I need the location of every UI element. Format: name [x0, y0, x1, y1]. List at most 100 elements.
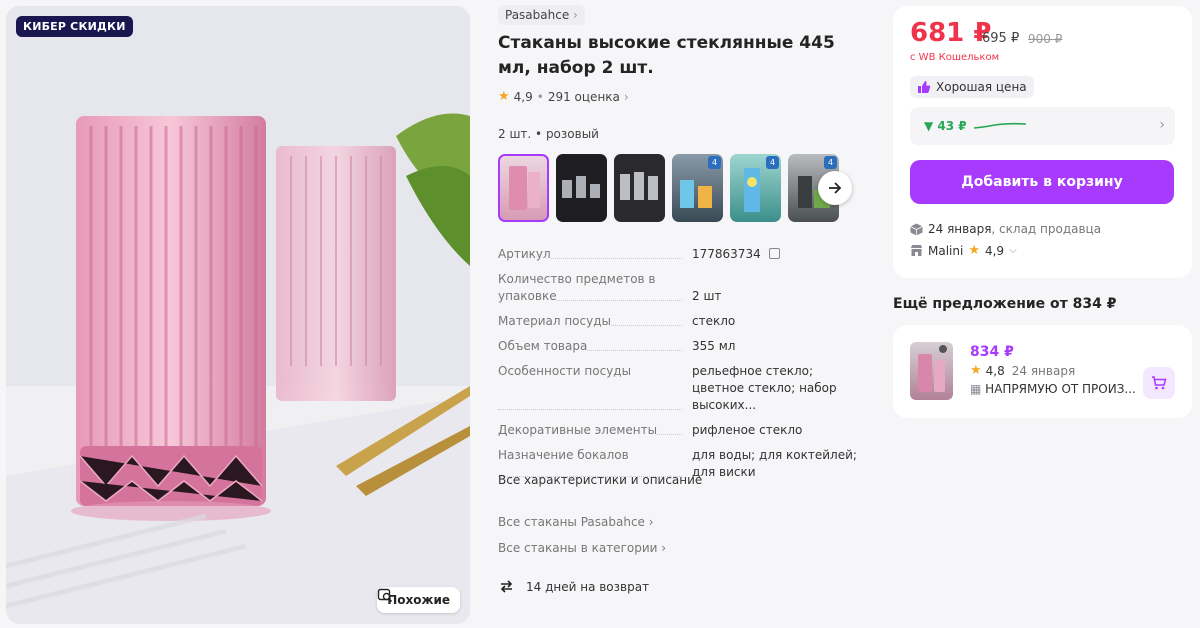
seller-info[interactable]: Malini ★ 4,9 ⌵ — [910, 243, 1017, 258]
chevron-right-icon: › — [648, 515, 654, 529]
seller-name: Malini — [928, 243, 964, 258]
thumbnail-1[interactable] — [498, 154, 549, 222]
spec-key: Назначение бокалов — [498, 448, 629, 462]
price-drop: ▼ 43 ₽ — [924, 119, 967, 133]
offer-rating: 4,8 — [985, 363, 1005, 378]
dot-separator: • — [536, 89, 544, 104]
thumbnails-next-button[interactable] — [818, 171, 852, 205]
thumbs-up-icon — [918, 81, 931, 93]
promo-badge: КИБЕР СКИДКИ — [16, 16, 133, 37]
thumb-image — [562, 176, 600, 198]
thumbnail-strip: 4 4 4 — [498, 154, 839, 222]
chevron-right-icon: › — [1159, 117, 1165, 133]
similar-label: Похожие — [387, 593, 450, 607]
other-offer-card[interactable]: 834 ₽ ★ 4,8 24 января ▦ НАПРЯМУЮ ОТ ПРОИ… — [893, 325, 1192, 418]
offer-meta: ★ 4,8 24 января — [970, 363, 1075, 378]
spec-key: Объем товара — [498, 339, 588, 353]
spec-value: 355 мл — [692, 339, 736, 353]
chevron-right-icon: › — [573, 8, 578, 22]
brand-link[interactable]: Pasabahce › — [498, 5, 585, 25]
star-icon: ★ — [968, 243, 980, 258]
returns-info[interactable]: 14 дней на возврат — [498, 578, 649, 595]
seller-rating: 4,9 — [984, 243, 1005, 258]
spec-row: Декоративные элементы рифленое стекло — [498, 422, 868, 439]
variant-label: 2 шт. • розовый — [498, 127, 599, 141]
spec-value: стекло — [692, 314, 736, 328]
returns-label: 14 дней на возврат — [526, 579, 650, 594]
chevron-right-icon: › — [623, 89, 629, 104]
spec-value: рифленое стекло — [692, 423, 803, 437]
add-to-cart-button[interactable]: Добавить в корзину — [910, 160, 1174, 204]
product-title: Стаканы высокие стеклянные 445 мл, набор… — [498, 33, 835, 78]
link-label: Все стаканы Pasabahce — [498, 515, 645, 529]
delivery-info: 24 января, склад продавца — [910, 222, 1101, 236]
thumbnail-2[interactable] — [556, 154, 607, 222]
product-page: КИБЕР СКИДКИ Похожие Pasabahce › Стаканы… — [0, 0, 1200, 628]
product-main-image[interactable]: КИБЕР СКИДКИ Похожие — [6, 6, 470, 624]
chevron-down-icon: ⌵ — [1009, 245, 1017, 256]
thumb-count-badge: 4 — [708, 156, 721, 169]
rating-value: 4,9 — [513, 89, 533, 104]
thumbnail-4[interactable]: 4 — [672, 154, 723, 222]
thumbnail-3[interactable] — [614, 154, 665, 222]
thumb-count-badge: 4 — [766, 156, 779, 169]
other-offer-title: Ещё предложение от 834 ₽ — [893, 296, 1117, 312]
offer-seller-name: НАПРЯМУЮ ОТ ПРОИЗ... — [985, 382, 1136, 396]
spec-row: Материал посуды стекло — [498, 313, 868, 330]
thumb-image — [509, 166, 540, 210]
thumb-image — [918, 345, 947, 392]
offer-add-to-cart-button[interactable] — [1143, 367, 1175, 399]
wallet-note: с WB Кошельком — [910, 52, 1000, 63]
specs-table: Артикул 177863734 Количество предметов в… — [498, 246, 868, 489]
spec-key: Декоративные элементы — [498, 423, 658, 437]
shop-icon: ▦ — [970, 382, 982, 396]
delivery-where: , склад продавца — [991, 222, 1102, 236]
thumb-count-badge: 4 — [824, 156, 837, 169]
spec-key: Артикул — [498, 247, 551, 261]
offer-delivery-date: 24 января — [1011, 363, 1076, 378]
chevron-right-icon: › — [661, 541, 667, 555]
return-arrows-icon — [500, 580, 513, 593]
spec-row: Количество предметов в упаковке 2 шт — [498, 271, 868, 305]
cart-icon — [1152, 376, 1167, 390]
shop-icon — [911, 245, 922, 256]
price-dynamics[interactable]: ▼ 43 ₽ › — [910, 107, 1175, 145]
reviews-count: 291 оценка — [547, 89, 620, 104]
spec-row: Объем товара 355 мл — [498, 338, 868, 355]
star-icon: ★ — [970, 363, 982, 378]
buy-card: 681 ₽ 695 ₽ 900 ₽ с WB Кошельком Хорошая… — [893, 6, 1192, 278]
price-without-wallet: 695 ₽ — [982, 31, 1020, 46]
good-price-label: Хорошая цена — [936, 80, 1027, 94]
copy-icon[interactable] — [768, 248, 780, 259]
spec-value: 2 шт — [692, 289, 722, 303]
search-image-icon — [378, 588, 393, 603]
thumb-image — [620, 172, 658, 200]
spec-value: 177863734 — [692, 247, 761, 261]
offer-seller: ▦ НАПРЯМУЮ ОТ ПРОИЗ... — [970, 382, 1136, 396]
spec-key: Количество предметов в упаковке — [498, 272, 656, 303]
spec-value: для воды; для коктейлей; для виски — [692, 448, 857, 479]
link-label: Все стаканы в категории — [498, 541, 658, 555]
offer-thumbnail — [910, 342, 953, 400]
delivery-date: 24 января — [928, 222, 992, 236]
thumbnail-5[interactable]: 4 — [730, 154, 781, 222]
spec-key: Особенности посуды — [498, 364, 632, 378]
arrow-right-icon — [829, 182, 842, 194]
brand-name: Pasabahce — [505, 8, 570, 22]
all-specs-link[interactable]: Все характеристики и описание — [498, 473, 702, 487]
glass-photo — [6, 6, 470, 624]
category-link[interactable]: Все стаканы в категории › — [498, 541, 666, 555]
similar-button[interactable]: Похожие — [377, 587, 460, 613]
spec-row: Артикул 177863734 — [498, 246, 868, 263]
box-icon — [910, 223, 923, 235]
brand-category-link[interactable]: Все стаканы Pasabahce › — [498, 515, 654, 529]
spec-value: рельефное стекло; цветное стекло; набор … — [692, 364, 837, 412]
offer-price: 834 ₽ — [970, 344, 1014, 360]
spec-key: Материал посуды — [498, 314, 611, 328]
price-trend-sparkline — [973, 122, 1027, 129]
good-price-badge[interactable]: Хорошая цена — [910, 76, 1034, 98]
current-price: 681 ₽ — [910, 18, 992, 48]
product-rating[interactable]: ★ 4,9 • 291 оценка › — [498, 89, 629, 104]
spec-row: Особенности посуды рельефное стекло; цве… — [498, 363, 868, 414]
old-price: 900 ₽ — [1028, 32, 1063, 46]
